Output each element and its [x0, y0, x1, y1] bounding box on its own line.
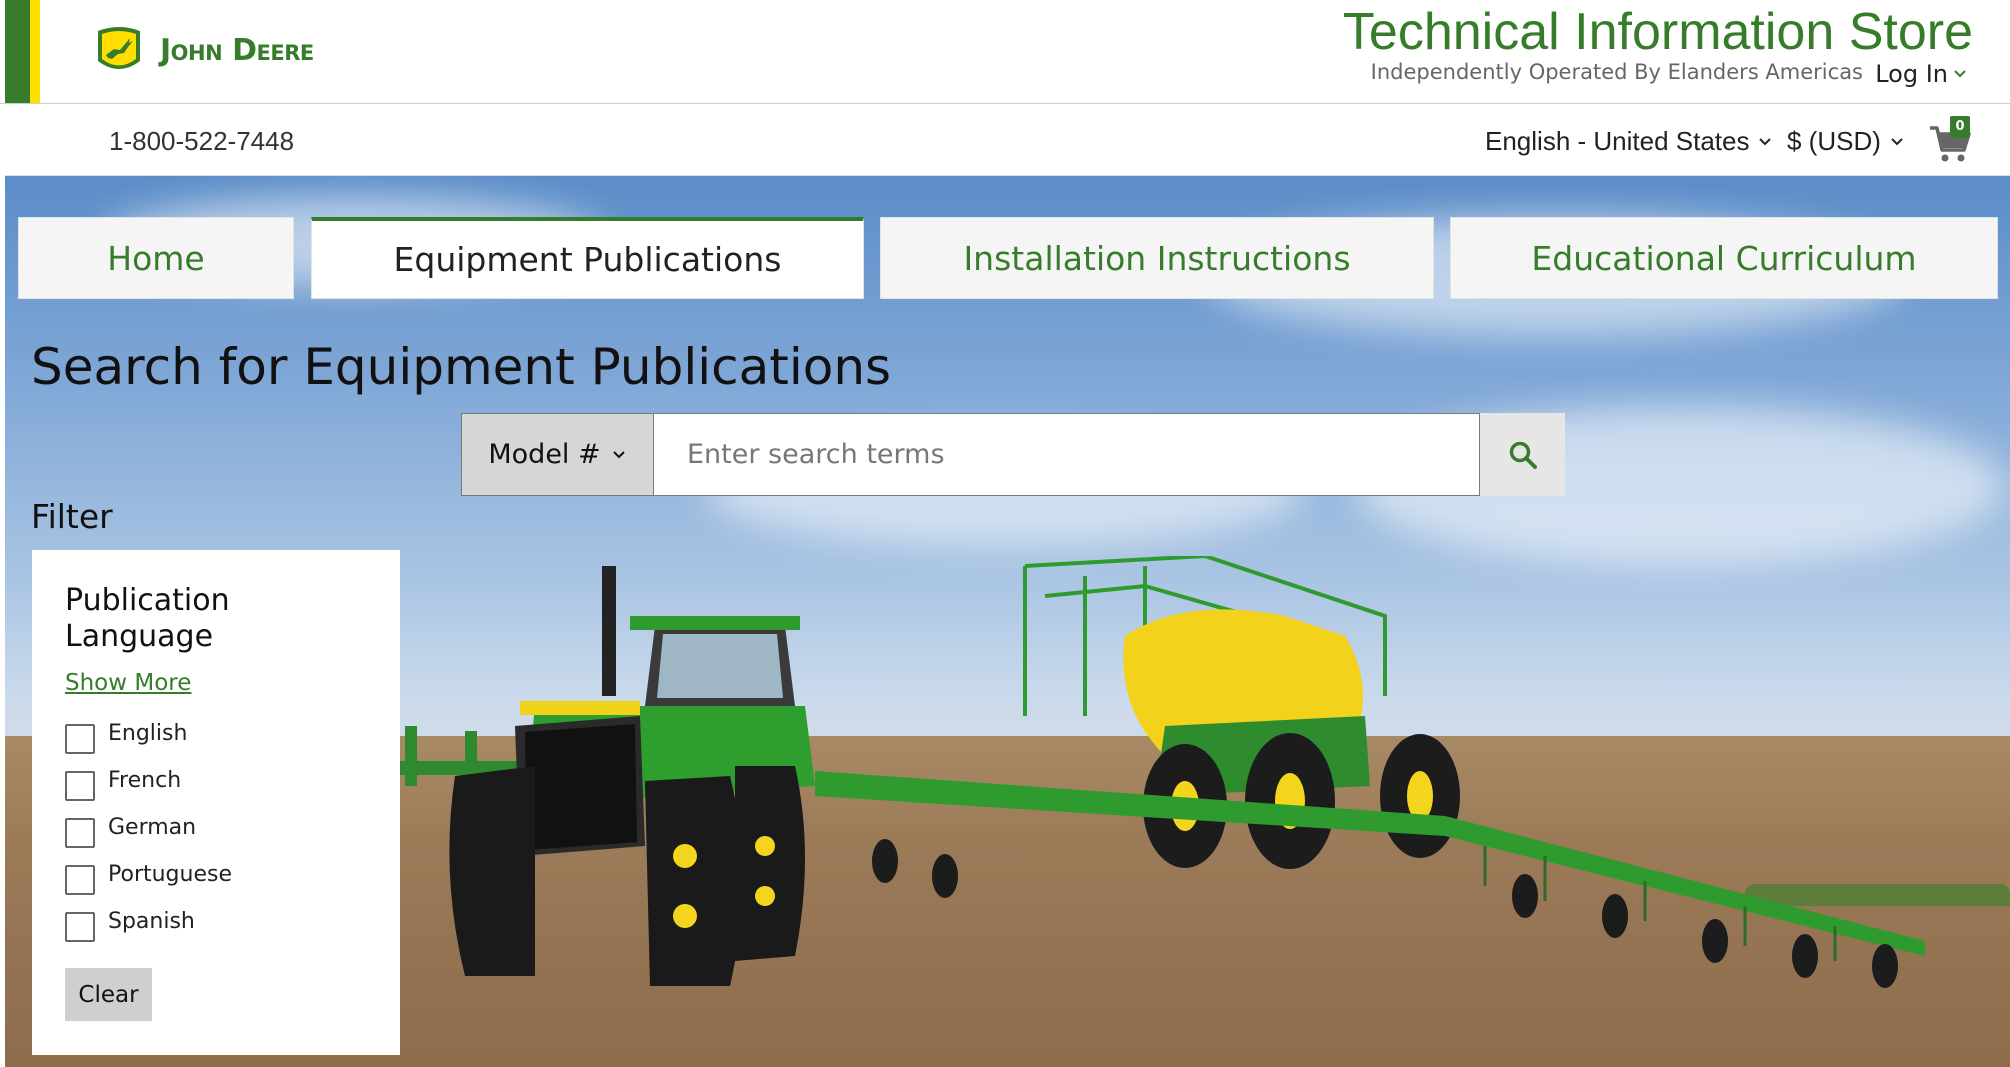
checkbox[interactable]	[65, 865, 95, 895]
language-selector[interactable]: English - United States	[1485, 126, 1773, 157]
utility-bar: 1-800-522-7448 English - United States $…	[5, 104, 2010, 176]
john-deere-logo[interactable]: John Deere	[92, 25, 314, 75]
phone-number[interactable]: 1-800-522-7448	[109, 126, 294, 157]
brand-stripe-yellow	[30, 0, 40, 103]
search-icon	[1509, 441, 1537, 469]
chevron-down-icon	[1954, 70, 1966, 78]
filter-option-label: English	[108, 721, 188, 746]
filter-option-label: Portuguese	[108, 862, 232, 887]
cart-count-badge: 0	[1950, 116, 1970, 138]
tab-educational-curriculum[interactable]: Educational Curriculum	[1450, 217, 1998, 299]
store-title: Technical Information Store	[1342, 3, 1973, 61]
search-type-label: Model #	[488, 439, 601, 470]
chevron-down-icon	[612, 450, 625, 458]
site-header: John Deere Technical Information Store I…	[0, 0, 2010, 104]
filter-option-portuguese[interactable]: Portuguese	[65, 861, 232, 895]
filter-option-german[interactable]: German	[65, 814, 196, 848]
checkbox[interactable]	[65, 771, 95, 801]
deer-logo-icon	[98, 27, 140, 69]
currency-selector[interactable]: $ (USD)	[1787, 126, 1905, 157]
checkbox[interactable]	[65, 912, 95, 942]
filter-option-label: Spanish	[108, 909, 195, 934]
search-type-dropdown[interactable]: Model #	[461, 413, 654, 496]
tab-home[interactable]: Home	[18, 217, 294, 299]
chevron-down-icon	[1759, 137, 1772, 145]
search-bar: Model #	[461, 413, 1565, 496]
filter-option-label: French	[108, 768, 182, 793]
filter-option-label: German	[108, 815, 197, 840]
tractor-seeder-image	[385, 556, 1925, 988]
login-label: Log In	[1875, 60, 1948, 88]
chevron-down-icon	[1891, 137, 1903, 145]
filter-group-title: Publication Language	[65, 583, 230, 654]
checkbox[interactable]	[65, 818, 95, 848]
filter-heading: Filter	[31, 497, 113, 536]
brand-stripe-green	[5, 0, 30, 103]
currency-label: $ (USD)	[1787, 126, 1881, 156]
operated-by-text: Independently Operated By Elanders Ameri…	[1370, 60, 1863, 84]
show-more-link[interactable]: Show More	[65, 670, 191, 696]
brand-name: John Deere	[160, 32, 314, 68]
filter-panel: Publication Language Show More English F…	[32, 550, 400, 1055]
page-title: Search for Equipment Publications	[31, 338, 892, 396]
filter-option-french[interactable]: French	[65, 767, 181, 801]
search-button[interactable]	[1480, 413, 1565, 496]
login-button[interactable]: Log In	[1875, 60, 1968, 88]
tab-installation-instructions[interactable]: Installation Instructions	[880, 217, 1434, 299]
clear-filters-button[interactable]: Clear	[65, 968, 152, 1021]
search-input[interactable]	[654, 413, 1480, 496]
filter-option-english[interactable]: English	[65, 720, 187, 754]
language-label: English - United States	[1485, 126, 1750, 156]
tab-equipment-publications[interactable]: Equipment Publications	[311, 217, 864, 299]
checkbox[interactable]	[65, 724, 95, 754]
filter-option-spanish[interactable]: Spanish	[65, 908, 195, 942]
